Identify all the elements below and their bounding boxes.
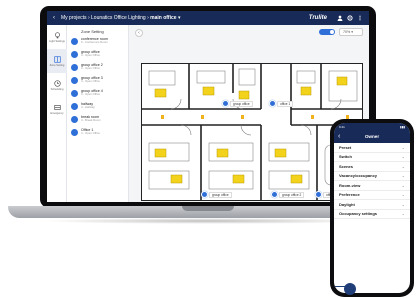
zones-icon [53,55,61,63]
zone-item-group-office-4[interactable]: group office 44 - Open Office [71,89,124,97]
laptop-shadow [40,218,376,224]
sidebar-nav: Light Settings Zone Setting Scheduling E… [47,25,67,202]
marker-label: group office [230,100,253,107]
chevron-down-icon: ⌄ [401,211,405,217]
zone-dot-icon [71,116,78,123]
marker-label: group office [209,191,232,198]
plan-marker[interactable]: office 1 [269,100,294,107]
layer-toggle[interactable] [319,29,335,35]
sidebar-item-emergency[interactable]: Emergency [47,97,67,121]
back-arrow-icon[interactable]: ‹ [53,15,55,21]
plan-marker[interactable]: group office 2 [271,191,305,198]
chevron-down-icon: ⌄ [401,192,405,198]
bulb-icon [54,31,60,38]
breadcrumb-current[interactable]: main office [150,15,176,21]
chevron-down-icon: ⌄ [401,154,405,160]
chevron-down-icon[interactable]: ▾ [178,15,181,21]
zone-dot-icon [71,51,78,58]
collapse-panel-button[interactable]: ‹ [135,29,143,37]
plan-marker[interactable]: group office [222,100,253,107]
zone-dot-icon [71,103,78,110]
breadcrumb-root[interactable]: My projects [61,15,87,21]
more-icon[interactable] [357,15,363,21]
zone-sub: 4 - Open Office [81,92,100,97]
menu-item-switch[interactable]: Switch ⌄ [334,153,410,162]
marker-dot-icon [269,100,276,107]
status-time: 9:41 [339,124,345,129]
marker-label: group office 2 [279,191,305,198]
zone-item-office-1[interactable]: Office 14 - Open Office [71,128,124,136]
zone-sub: 4 - Open Office [81,131,100,136]
marker-dot-icon [315,191,322,198]
marker-dot-icon [271,191,278,198]
menu-item-occupancy-settings[interactable]: Occupancy settings ⌄ [334,210,410,219]
user-icon[interactable] [337,15,343,21]
menu-item-vacancy-occupancy[interactable]: Vacancy/occupancy ⌄ [334,172,410,181]
chevron-down-icon: ⌄ [401,163,405,169]
phone-title: Owner [364,134,380,139]
zone-list-title: Zone Setting [81,29,104,34]
menu-item-room-view[interactable]: Room-view ⌄ [334,181,410,191]
chevron-down-icon: ⌄ [401,173,405,179]
phone-status-bar: 9:41 ▮▮▮ [334,123,410,130]
zone-item-break-room[interactable]: break room 4 - Break Room [71,115,124,123]
breadcrumb-project[interactable]: Lounatics Office Lighting [91,15,146,21]
product-mockup: ‹ My projects › Lounatics Office Lightin… [0,0,416,299]
menu-item-preset[interactable]: Preset ⌄ [334,143,410,153]
zone-item-group-office-3[interactable]: group office 34 - Open Office [71,76,124,84]
back-arrow-icon[interactable]: ‹ [338,133,348,140]
clock-icon [53,79,61,87]
app-header: ‹ My projects › Lounatics Office Lightin… [47,11,369,25]
slider-handle[interactable] [344,283,356,295]
chevron-down-icon: ⌄ [401,144,405,150]
menu-item-daylight[interactable]: Daylight ⌄ [334,200,410,210]
laptop-notch [182,206,234,211]
sidebar-item-label: Emergency [50,111,64,115]
signal-icon: ▮▮▮ [400,124,405,129]
sidebar-item-zone-setting[interactable]: Zone Setting [47,49,67,73]
zone-item-group-office-2[interactable]: group office 24 - Open Office [71,63,124,71]
laptop-screen: ‹ My projects › Lounatics Office Lightin… [47,11,369,202]
breadcrumb: My projects › Lounatics Office Lighting … [61,15,180,21]
brand-logo: Trulite [308,15,327,21]
zone-item-conference-room[interactable]: conference room 6 - Conference Room [71,37,124,45]
zone-sub: 4 - Open Office [81,66,100,71]
zone-list-panel: Zone Setting conference room 6 - Conferen… [67,25,129,202]
settings-icon[interactable] [347,15,353,21]
zone-dot-icon [71,90,78,97]
sidebar-item-light-settings[interactable]: Light Settings [47,25,67,49]
sidebar-item-label: Scheduling [50,87,64,91]
plan-marker[interactable]: group office [201,191,232,198]
zone-dot-icon [71,129,78,136]
emergency-icon [53,104,61,110]
phone-header: ‹ Owner [334,130,410,143]
menu-item-scenes[interactable]: Scenes ⌄ [334,162,410,172]
zoom-select[interactable]: 70% ▾ [339,28,363,36]
zone-dot-icon [71,38,78,45]
zone-dot-icon [71,64,78,71]
zone-sub: 4 - Hallway [81,105,95,110]
zone-sub: 4 - Open Office [81,53,100,58]
sidebar-item-label: Light Settings [49,39,65,43]
marker-label: office 1 [277,100,294,107]
sidebar-item-scheduling[interactable]: Scheduling [47,73,67,97]
zone-sub: 6 - Conference Room [81,40,108,45]
zone-sub: 4 - Open Office [81,79,100,84]
phone-screen: 9:41 ▮▮▮ ‹ Owner Preset ⌄ Switch ⌄ Scenes ⌄… [334,123,410,293]
chevron-down-icon: ⌄ [401,182,405,188]
marker-dot-icon [222,100,229,107]
zone-item-hallway[interactable]: hallway 4 - Hallway [71,102,124,110]
zone-sub: 4 - Break Room [81,118,101,123]
menu-item-preference[interactable]: Preference ⌄ [334,191,410,200]
marker-dot-icon [201,191,208,198]
chevron-down-icon: ⌄ [401,201,405,207]
sidebar-item-label: Zone Setting [49,63,65,67]
zone-item-group-office[interactable]: group office 4 - Open Office [71,50,124,58]
zone-dot-icon [71,77,78,84]
